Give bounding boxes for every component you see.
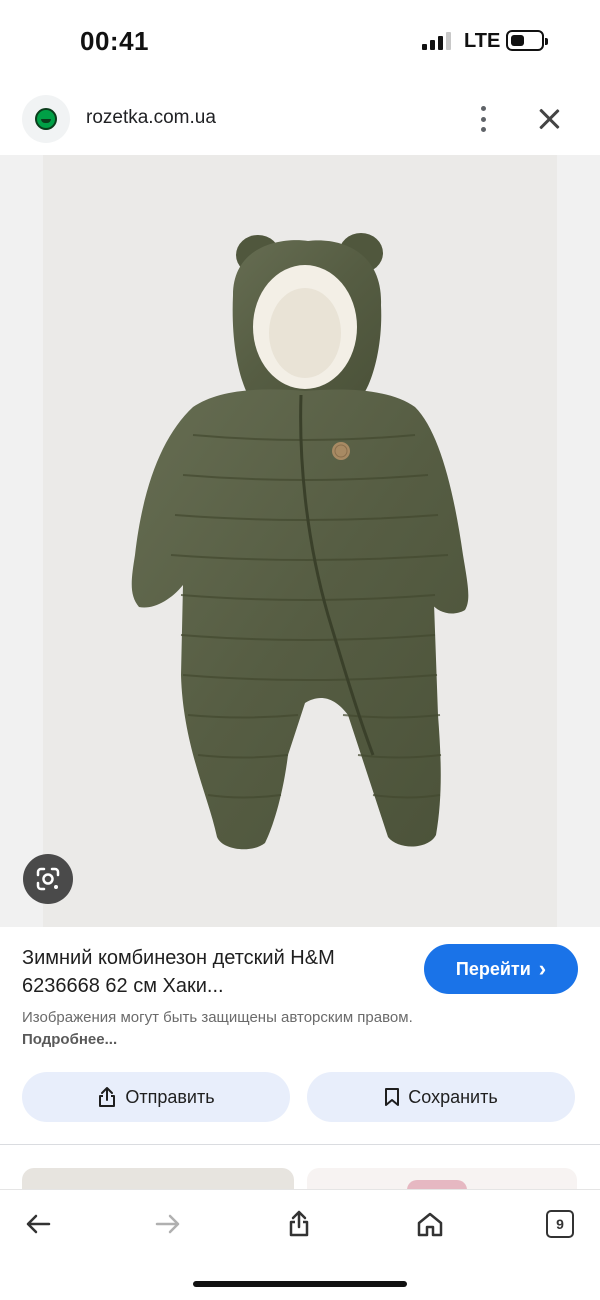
copyright-notice: Изображения могут быть защищены авторски…: [22, 1007, 442, 1051]
site-domain[interactable]: rozetka.com.ua: [86, 107, 216, 129]
close-icon[interactable]: [536, 106, 562, 132]
home-indicator: [193, 1281, 407, 1287]
bottom-toolbar: 9: [0, 1190, 600, 1300]
rozetka-logo-icon[interactable]: [22, 95, 70, 143]
chevron-right-icon: ›: [538, 956, 547, 981]
tabs-count: 9: [546, 1210, 574, 1238]
save-button[interactable]: Сохранить: [307, 1072, 575, 1122]
product-image[interactable]: [43, 155, 557, 927]
related-thumbnail[interactable]: [307, 1168, 577, 1190]
learn-more-link[interactable]: Подробнее...: [22, 1031, 117, 1048]
share-button-label: Отправить: [125, 1086, 215, 1107]
arrow-back-icon[interactable]: [18, 1204, 58, 1244]
battery-icon: [506, 30, 548, 51]
goto-button-label: Перейти: [455, 958, 531, 979]
share-icon: [99, 1087, 116, 1107]
google-lens-icon[interactable]: [23, 854, 73, 904]
result-title[interactable]: Зимний комбинезон детский H&M 6236668 62…: [22, 944, 412, 1000]
tabs-button[interactable]: 9: [540, 1204, 580, 1244]
more-vert-icon[interactable]: [470, 104, 496, 134]
status-bar: 00:41 LTE: [0, 0, 600, 84]
share-icon[interactable]: [279, 1204, 319, 1244]
network-type: LTE: [464, 30, 501, 52]
save-button-label: Сохранить: [408, 1086, 498, 1107]
bookmark-icon: [385, 1088, 400, 1106]
image-preview-area: [0, 155, 600, 927]
arrow-forward-icon[interactable]: [148, 1204, 188, 1244]
divider: [0, 1144, 600, 1145]
copyright-text: Изображения могут быть защищены авторски…: [22, 1009, 413, 1026]
snowsuit-illustration: [131, 233, 469, 850]
goto-button[interactable]: Перейти ›: [424, 944, 578, 994]
home-icon[interactable]: [410, 1204, 450, 1244]
share-button[interactable]: Отправить: [22, 1072, 290, 1122]
address-bar: rozetka.com.ua: [0, 84, 600, 154]
status-time: 00:41: [80, 26, 149, 56]
related-thumbnail[interactable]: [22, 1168, 294, 1190]
signal-icon: [422, 32, 454, 50]
